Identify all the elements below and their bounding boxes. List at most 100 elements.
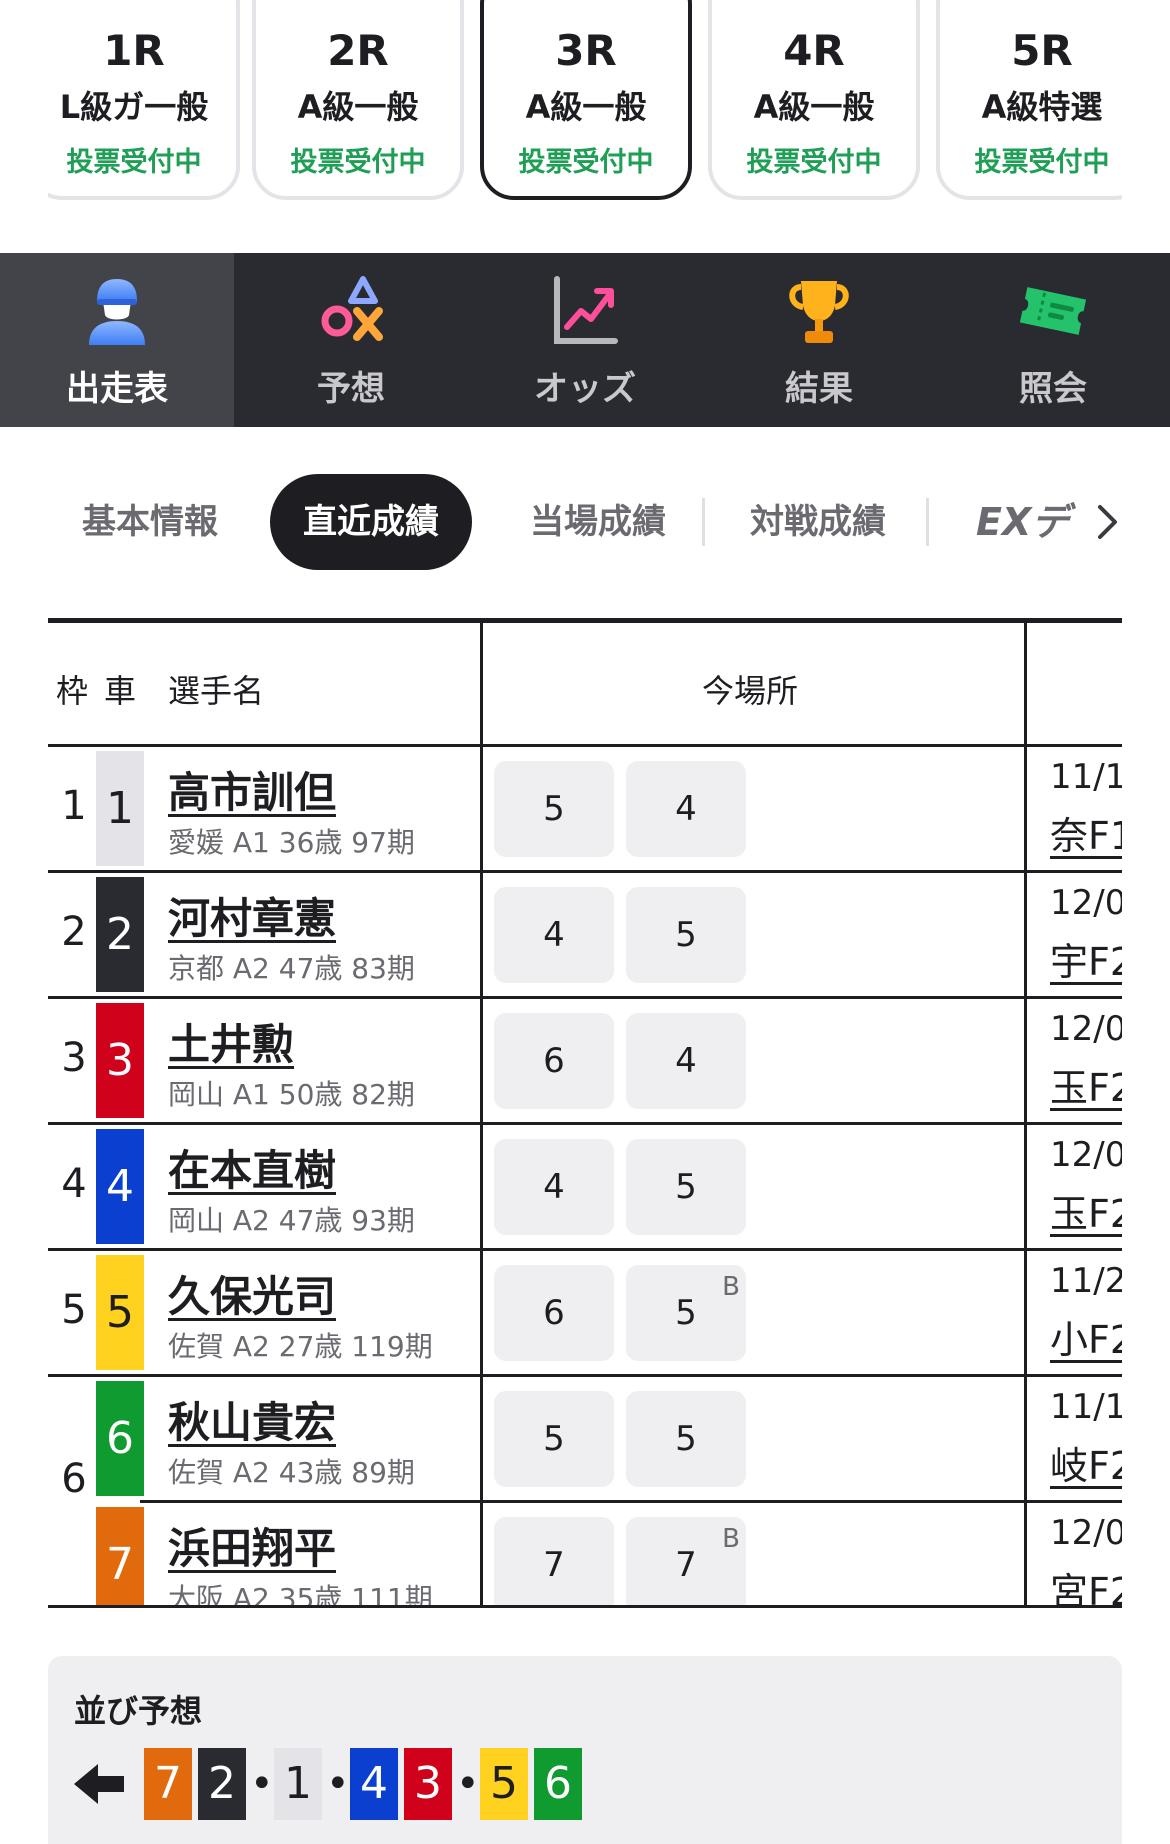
table-row[interactable]: 7 浜田翔平 大阪 A2 35歳 111期 7 7B 12/04 宮F2 (48, 1503, 1122, 1608)
result-value: 5 (543, 1419, 565, 1459)
recent-venue-link[interactable]: 玉F2 (1050, 1183, 1122, 1238)
tab-basic-info[interactable]: 基本情報 (48, 474, 252, 570)
table-row[interactable]: 1 1 高市訓但 愛媛 A1 36歳 97期 5 4 11/14 奈F1 (48, 747, 1122, 870)
racer-meta: 京都 A2 47歳 83期 (168, 952, 415, 985)
racer-name-link[interactable]: 秋山貴宏 (168, 1389, 336, 1450)
race-number: 3R (555, 26, 617, 75)
tab-ex-data[interactable]: EXデ (976, 474, 1082, 570)
race-status: 投票受付中 (518, 147, 654, 178)
race-tab-2r[interactable]: 2R A級一般 投票受付中 (252, 0, 464, 200)
waku-number: 1 (61, 783, 87, 829)
car-number-badge: 1 (96, 751, 144, 866)
racer-name-link[interactable]: 久保光司 (168, 1263, 336, 1324)
race-grade: A級一般 (753, 88, 875, 126)
line-car-chip: 4 (350, 1748, 398, 1820)
table-row[interactable]: 4 4 在本直樹 岡山 A2 47歳 93期 4 5 12/03 玉F2 (48, 1125, 1122, 1248)
result-value: 4 (543, 915, 565, 955)
racer-meta: 佐賀 A2 43歳 89期 (168, 1456, 415, 1489)
racer-name-link[interactable]: 浜田翔平 (168, 1515, 336, 1576)
tab-head-to-head[interactable]: 対戦成績 (716, 474, 920, 570)
nav-odds[interactable]: オッズ (468, 253, 702, 427)
recent-date: 12/06 (1050, 883, 1122, 923)
header-car: 車 (104, 672, 137, 710)
race-tab-3r[interactable]: 3R A級一般 投票受付中 (480, 0, 692, 200)
result-cell: 6 (494, 1013, 614, 1109)
line-car-chip: 3 (404, 1748, 452, 1820)
nav-label: 出走表 (66, 369, 168, 409)
table-row[interactable]: 3 3 土井勲 岡山 A1 50歳 82期 6 4 12/03 玉F2 (48, 999, 1122, 1122)
car-number-badge: 3 (96, 1003, 144, 1118)
race-tab-4r[interactable]: 4R A級一般 投票受付中 (708, 0, 920, 200)
nav-prediction[interactable]: 予想 (234, 253, 468, 427)
race-status: 投票受付中 (746, 147, 882, 178)
recent-venue-link[interactable]: 小F2 (1050, 1309, 1122, 1364)
car-number-badge: 5 (96, 1255, 144, 1370)
racer-name-link[interactable]: 在本直樹 (168, 1137, 336, 1198)
tab-recent-results[interactable]: 直近成績 (270, 474, 472, 570)
table-row[interactable]: 5 5 久保光司 佐賀 A2 27歳 119期 6 5B 11/21 小F2 (48, 1251, 1122, 1374)
table-row[interactable]: 2 2 河村章憲 京都 A2 47歳 83期 4 5 12/06 宇F2 (48, 873, 1122, 996)
race-tab-1r[interactable]: 1R L級ガ一般 投票受付中 (48, 0, 240, 200)
recent-venue-link[interactable]: 奈F1 (1050, 805, 1122, 860)
result-value: 4 (543, 1167, 565, 1207)
result-cell: 7B (626, 1517, 746, 1608)
result-cell: 5B (626, 1265, 746, 1361)
racer-meta: 佐賀 A2 27歳 119期 (168, 1330, 433, 1363)
racer-meta: 岡山 A2 47歳 93期 (168, 1204, 415, 1237)
race-grade: L級ガ一般 (59, 88, 209, 126)
result-cell: 5 (626, 887, 746, 983)
result-cell: 7 (494, 1517, 614, 1608)
result-cell: 4 (494, 1139, 614, 1235)
race-status: 投票受付中 (974, 147, 1110, 178)
race-grade: A級一般 (525, 88, 647, 126)
line-separator: • (326, 1761, 350, 1807)
nav-inquiry[interactable]: 照会 (936, 253, 1170, 427)
chevron-right-icon[interactable] (1096, 504, 1120, 540)
header-waku: 枠 (56, 672, 89, 710)
ticket-icon (1019, 287, 1087, 335)
tab-venue-results[interactable]: 当場成績 (496, 474, 700, 570)
racer-name-link[interactable]: 高市訓但 (168, 759, 336, 820)
race-grade: A級特選 (981, 88, 1103, 126)
trophy-icon (789, 281, 849, 343)
nav-entry-list[interactable]: 出走表 (0, 253, 234, 427)
nav-results[interactable]: 結果 (702, 253, 936, 427)
tab-divider (926, 498, 929, 546)
recent-date: 12/03 (1050, 1009, 1122, 1049)
nav-label: 照会 (1019, 369, 1087, 409)
car-number-badge: 4 (96, 1129, 144, 1244)
result-value: 6 (543, 1041, 565, 1081)
waku-number: 2 (61, 909, 87, 955)
recent-venue-link[interactable]: 宮F2 (1050, 1561, 1122, 1608)
recent-date: 11/14 (1050, 757, 1122, 797)
result-value: 5 (675, 1419, 697, 1459)
recent-date: 11/21 (1050, 1261, 1122, 1301)
arrow-left-icon (74, 1764, 124, 1804)
racer-meta: 岡山 A1 50歳 82期 (168, 1078, 415, 1111)
result-cell: 4 (626, 1013, 746, 1109)
racer-name-link[interactable]: 河村章憲 (168, 885, 336, 946)
table-row[interactable]: 6 秋山貴宏 佐賀 A2 43歳 89期 5 5 11/18 岐F2 (48, 1377, 1122, 1500)
result-value: 5 (675, 1293, 697, 1333)
line-car-chip: 7 (144, 1748, 192, 1820)
recent-venue-link[interactable]: 玉F2 (1050, 1057, 1122, 1112)
result-mark: B (722, 1524, 740, 1554)
recent-venue-link[interactable]: 岐F2 (1050, 1435, 1122, 1490)
result-value: 5 (675, 1167, 697, 1207)
nav-label: オッズ (534, 369, 636, 409)
line-car-chip: 2 (198, 1748, 246, 1820)
race-status: 投票受付中 (66, 147, 202, 178)
result-value: 4 (675, 1041, 697, 1081)
result-value: 7 (675, 1545, 697, 1585)
result-cell: 5 (494, 1391, 614, 1487)
line-prediction: 並び予想 7 2 • 1 • 4 3 • 5 6 (48, 1656, 1122, 1844)
recent-venue-link[interactable]: 宇F2 (1050, 931, 1122, 986)
race-tab-5r[interactable]: 5R A級特選 投票受付中 (936, 0, 1122, 200)
header-current-meet: 今場所 (702, 672, 799, 710)
result-mark: B (722, 1272, 740, 1302)
race-number: 2R (327, 26, 389, 75)
result-cell: 6 (494, 1265, 614, 1361)
racer-meta: 愛媛 A1 36歳 97期 (168, 826, 415, 859)
racer-icon (89, 279, 145, 345)
racer-name-link[interactable]: 土井勲 (168, 1011, 294, 1072)
